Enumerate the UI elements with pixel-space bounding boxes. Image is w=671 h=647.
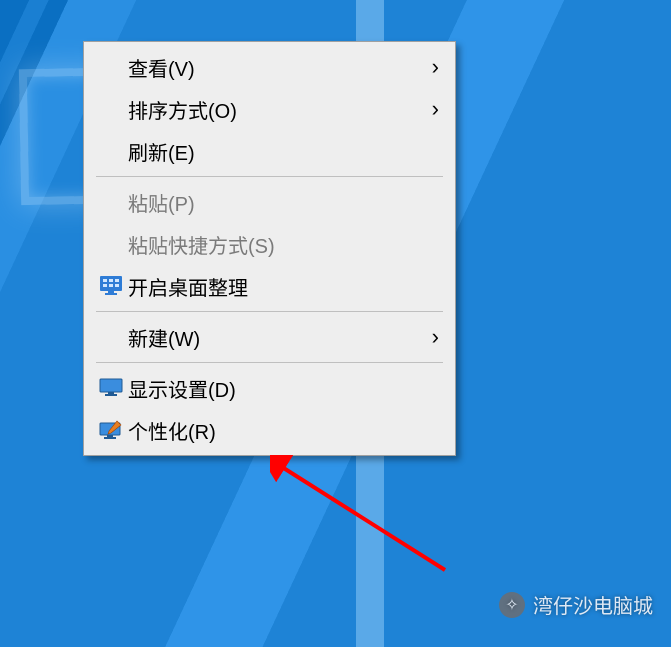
watermark-text: 湾仔沙电脑城 [533,590,653,619]
brush-icon [94,420,128,440]
chevron-right-icon: › [421,96,439,122]
monitor-icon [99,378,123,398]
menu-view[interactable]: 查看(V)› [84,46,455,88]
watermark: ✧ 湾仔沙电脑城 [499,590,653,619]
menu-item-label: 查看(V) [128,53,421,82]
chevron-right-icon: › [421,324,439,350]
menu-item-label: 新建(W) [128,323,421,352]
monitor-icon [94,378,128,398]
menu-item-label: 开启桌面整理 [128,272,421,301]
menu-new[interactable]: 新建(W)› [84,316,455,358]
menu-personalize[interactable]: 个性化(R) [84,409,455,451]
menu-item-label: 粘贴(P) [128,188,421,217]
menu-item-label: 显示设置(D) [128,374,421,403]
menu-display-settings[interactable]: 显示设置(D) [84,367,455,409]
desktop-context-menu: 查看(V)›排序方式(O)›刷新(E)粘贴(P)粘贴快捷方式(S)开启桌面整理新… [83,41,456,456]
menu-item-label: 刷新(E) [128,137,421,166]
menu-separator [96,176,443,177]
chevron-right-icon: › [421,54,439,80]
menu-refresh[interactable]: 刷新(E) [84,130,455,172]
menu-sort-by[interactable]: 排序方式(O)› [84,88,455,130]
menu-desktop-organizer[interactable]: 开启桌面整理 [84,265,455,307]
watermark-icon: ✧ [499,592,525,618]
menu-item-label: 个性化(R) [128,416,421,445]
menu-item-label: 排序方式(O) [128,95,421,124]
grid-icon [100,276,122,296]
menu-item-label: 粘贴快捷方式(S) [128,230,421,259]
grid-icon [94,276,128,296]
menu-separator [96,362,443,363]
menu-paste-shortcut: 粘贴快捷方式(S) [84,223,455,265]
menu-separator [96,311,443,312]
brush-icon [99,420,123,440]
menu-paste: 粘贴(P) [84,181,455,223]
